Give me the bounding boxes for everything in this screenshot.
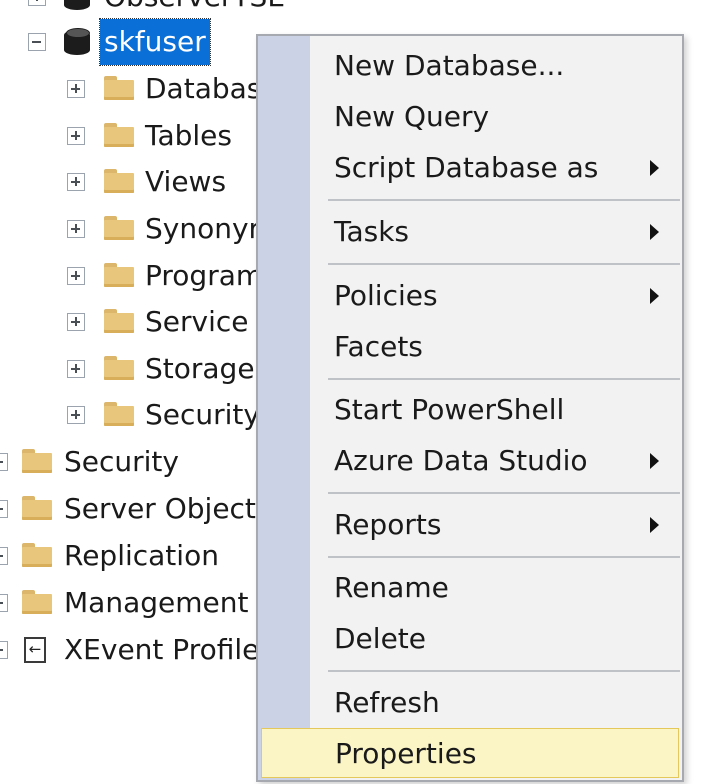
expand-icon[interactable]	[0, 594, 8, 612]
menu-separator	[328, 556, 680, 558]
menu-item-new-database[interactable]: New Database...	[258, 41, 682, 91]
folder-icon	[22, 590, 52, 614]
menu-item-label: Delete	[334, 622, 426, 655]
tree-node-label: Databas	[145, 72, 262, 105]
folder-icon	[104, 309, 134, 333]
menu-item-label: Tasks	[334, 215, 410, 248]
expand-icon[interactable]	[28, 0, 46, 6]
database-icon	[64, 27, 90, 57]
menu-item-facets[interactable]: Facets	[258, 322, 682, 372]
tree-node-label: Security	[145, 398, 260, 431]
submenu-arrow-icon	[650, 160, 659, 176]
menu-item-script-database-as[interactable]: Script Database as	[258, 143, 682, 193]
database-icon	[64, 0, 90, 12]
tree-node-label: Replication	[64, 539, 219, 572]
submenu-arrow-icon	[650, 224, 659, 240]
submenu-arrow-icon	[650, 288, 659, 304]
menu-item-label: Azure Data Studio	[334, 444, 588, 477]
menu-item-new-query[interactable]: New Query	[258, 92, 682, 142]
tree-node-label: Tables	[145, 119, 232, 152]
xevent-icon: ←	[24, 637, 46, 663]
tree-node-label: Security	[64, 445, 179, 478]
tree-node-label: Synonyr	[145, 212, 261, 245]
folder-icon	[22, 449, 52, 473]
menu-item-label: Facets	[334, 330, 423, 363]
expand-icon[interactable]	[67, 313, 85, 331]
menu-separator	[328, 263, 680, 265]
tree-node-label: Management	[64, 586, 249, 619]
menu-item-label: New Query	[334, 100, 490, 133]
folder-icon	[22, 496, 52, 520]
folder-icon	[104, 123, 134, 147]
expand-icon[interactable]	[67, 360, 85, 378]
menu-item-tasks[interactable]: Tasks	[258, 207, 682, 257]
tree-node-label: Service	[145, 305, 249, 338]
menu-item-label: Properties	[335, 737, 477, 770]
menu-item-label: Refresh	[334, 686, 440, 719]
expand-icon[interactable]	[67, 127, 85, 145]
menu-item-label: Script Database as	[334, 151, 599, 184]
menu-item-refresh[interactable]: Refresh	[258, 678, 682, 728]
expand-icon[interactable]	[0, 453, 8, 471]
tree-node-label: Program	[145, 259, 264, 292]
menu-item-azure-data-studio[interactable]: Azure Data Studio	[258, 436, 682, 486]
folder-icon	[22, 543, 52, 567]
menu-item-label: Policies	[334, 279, 438, 312]
expand-icon[interactable]	[67, 80, 85, 98]
tree-node-label: Views	[145, 165, 227, 198]
folder-icon	[104, 402, 134, 426]
menu-item-start-powershell[interactable]: Start PowerShell	[258, 385, 682, 435]
folder-icon	[104, 216, 134, 240]
submenu-arrow-icon	[650, 453, 659, 469]
expand-icon[interactable]	[67, 173, 85, 191]
menu-separator	[328, 199, 680, 201]
tree-node-label: ObserverTSE	[104, 0, 285, 20]
menu-separator	[328, 492, 680, 494]
expand-icon[interactable]	[67, 406, 85, 424]
menu-item-properties[interactable]: Properties	[261, 728, 679, 778]
menu-item-delete[interactable]: Delete	[258, 614, 682, 664]
menu-item-label: New Database...	[334, 49, 565, 82]
menu-item-label: Start PowerShell	[334, 393, 565, 426]
menu-item-rename[interactable]: Rename	[258, 563, 682, 613]
menu-item-policies[interactable]: Policies	[258, 271, 682, 321]
folder-icon	[104, 356, 134, 380]
collapse-icon[interactable]	[28, 33, 46, 51]
expand-icon[interactable]	[67, 220, 85, 238]
tree-node-label-selected[interactable]: skfuser	[99, 18, 211, 66]
tree-node-label: Server Object	[64, 492, 256, 525]
submenu-arrow-icon	[650, 517, 659, 533]
expand-icon[interactable]	[0, 547, 8, 565]
folder-icon	[104, 169, 134, 193]
menu-item-reports[interactable]: Reports	[258, 500, 682, 550]
menu-item-label: Reports	[334, 508, 442, 541]
expand-icon[interactable]	[67, 267, 85, 285]
expand-icon[interactable]	[0, 641, 8, 659]
expand-icon[interactable]	[0, 500, 8, 518]
menu-separator	[328, 378, 680, 380]
menu-item-label: Rename	[334, 571, 449, 604]
tree-node-label: XEvent Profile	[64, 633, 260, 666]
folder-icon	[104, 263, 134, 287]
folder-icon	[104, 76, 134, 100]
context-menu: New Database... New Query Script Databas…	[256, 34, 684, 782]
menu-separator	[328, 670, 680, 672]
tree-node-label: Storage	[145, 352, 255, 385]
